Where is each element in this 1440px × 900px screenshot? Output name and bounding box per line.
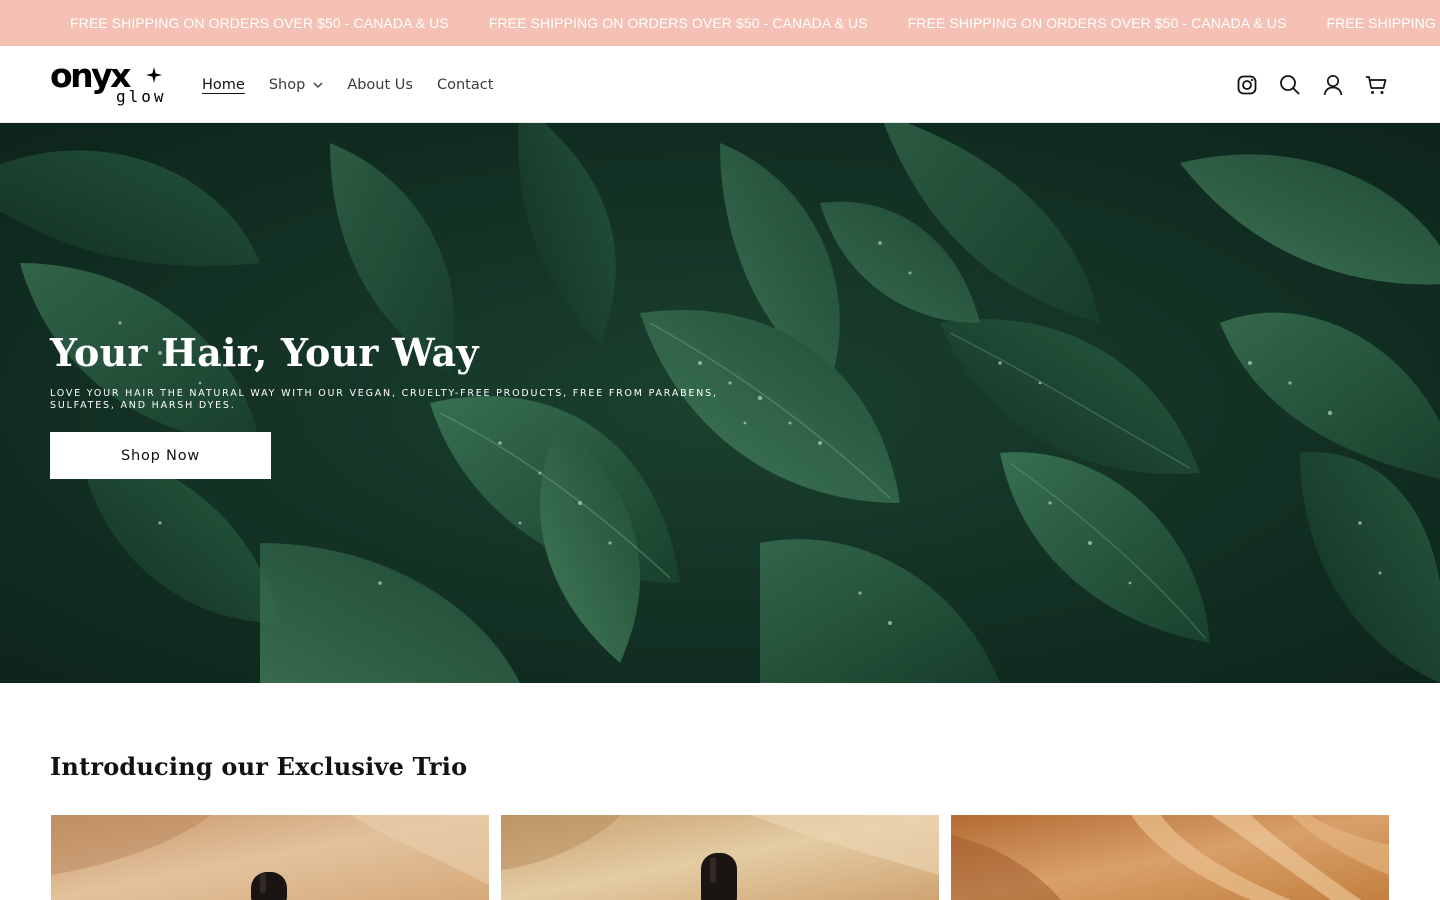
product-grid (51, 815, 1389, 900)
product-card[interactable] (51, 815, 489, 900)
pampas-grass-product-image (951, 815, 1389, 900)
hero-content: Your Hair, Your Way LOVE YOUR HAIR THE N… (50, 328, 770, 479)
account-icon[interactable] (1321, 73, 1345, 97)
dropper-bottle-product-image (501, 815, 939, 900)
announcement-text: FREE SHIPPING ON ORDERS OVER $50 - CANAD… (907, 15, 1287, 31)
shop-now-button[interactable]: Shop Now (50, 432, 271, 479)
nav-contact[interactable]: Contact (437, 77, 493, 93)
main-nav: Home Shop About Us Contact (202, 46, 517, 123)
hero-title: Your Hair, Your Way (50, 330, 479, 375)
search-icon[interactable] (1278, 73, 1302, 97)
hero-banner: Your Hair, Your Way LOVE YOUR HAIR THE N… (0, 123, 1440, 683)
chevron-down-icon (313, 82, 323, 88)
dropper-bottle-product-image (51, 815, 489, 900)
product-card[interactable] (501, 815, 939, 900)
header-icons (1216, 46, 1388, 123)
nav-shop[interactable]: Shop (269, 77, 323, 93)
site-header: onyx glow Home Shop About Us Contact (0, 46, 1440, 123)
hero-subtitle: LOVE YOUR HAIR THE NATURAL WAY WITH OUR … (50, 388, 718, 411)
sparkle-icon (146, 67, 162, 83)
nav-about-us[interactable]: About Us (347, 77, 413, 93)
nav-shop-label: Shop (268, 76, 306, 93)
onyx-glow-logo[interactable]: onyx glow (50, 56, 172, 108)
announcement-bar: FREE SHIPPING ON ORDERS OVER $50 - CANAD… (0, 0, 1440, 46)
announcement-text: FREE SHIPPING ON ORDERS OVER $50 - CANAD… (488, 15, 868, 31)
logo-subword: glow (116, 87, 167, 106)
section-title: Introducing our Exclusive Trio (50, 752, 468, 781)
cart-icon[interactable] (1364, 73, 1388, 97)
instagram-icon[interactable] (1235, 73, 1259, 97)
product-card[interactable] (951, 815, 1389, 900)
announcement-track: FREE SHIPPING ON ORDERS OVER $50 - CANAD… (70, 0, 1440, 46)
announcement-text: FREE SHIPPING ON ORDERS OVER $50 - CANAD… (1326, 15, 1440, 31)
announcement-text: FREE SHIPPING ON ORDERS OVER $50 - CANAD… (70, 15, 449, 31)
nav-home[interactable]: Home (202, 77, 245, 93)
